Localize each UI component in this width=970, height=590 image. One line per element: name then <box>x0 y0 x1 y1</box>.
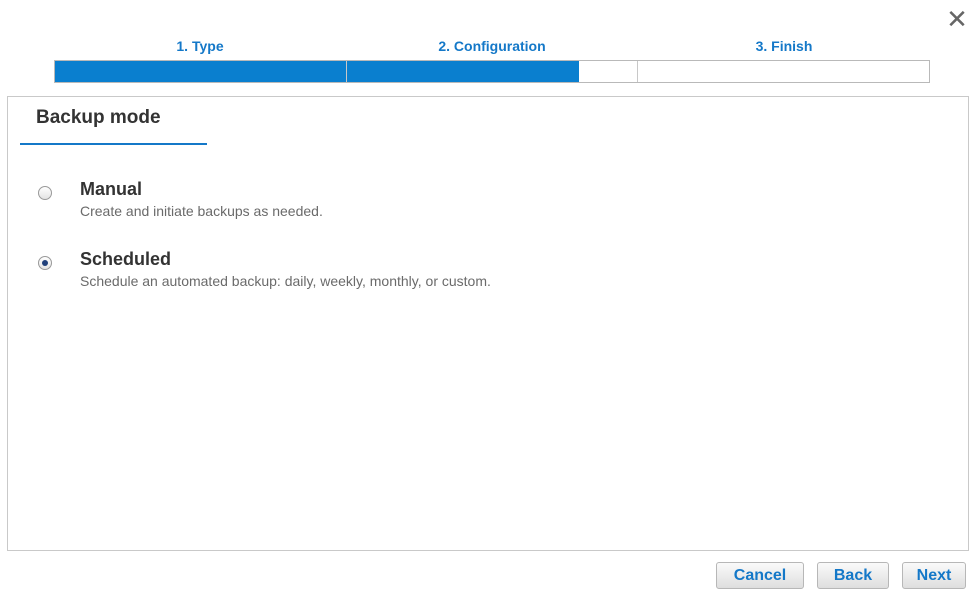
progress-step-divider <box>346 61 347 82</box>
step-configuration-label: 2. Configuration <box>438 38 546 54</box>
option-scheduled-description: Schedule an automated backup: daily, wee… <box>80 273 491 289</box>
wizard-steps: 1. Type 2. Configuration 3. Finish <box>54 38 930 83</box>
progress-fill <box>55 61 579 82</box>
step-labels: 1. Type 2. Configuration 3. Finish <box>54 38 930 58</box>
cancel-button[interactable]: Cancel <box>716 562 804 589</box>
option-scheduled-title: Scheduled <box>80 249 172 269</box>
step-finish-label: 3. Finish <box>755 38 813 54</box>
close-icon[interactable]: ✕ <box>944 6 970 32</box>
section-title-underline <box>20 143 207 145</box>
backup-mode-panel: Backup mode Manual Create and initiate b… <box>7 96 969 551</box>
option-manual-title: Manual <box>80 179 143 199</box>
wizard-progress-bar <box>54 60 930 83</box>
radio-icon[interactable] <box>38 186 52 200</box>
back-button[interactable]: Back <box>817 562 889 589</box>
next-button[interactable]: Next <box>902 562 966 589</box>
option-manual-description: Create and initiate backups as needed. <box>80 203 323 219</box>
section-title: Backup mode <box>36 107 161 128</box>
progress-step-divider <box>637 61 638 82</box>
radio-icon[interactable] <box>38 256 52 270</box>
step-type-label: 1. Type <box>176 38 224 54</box>
